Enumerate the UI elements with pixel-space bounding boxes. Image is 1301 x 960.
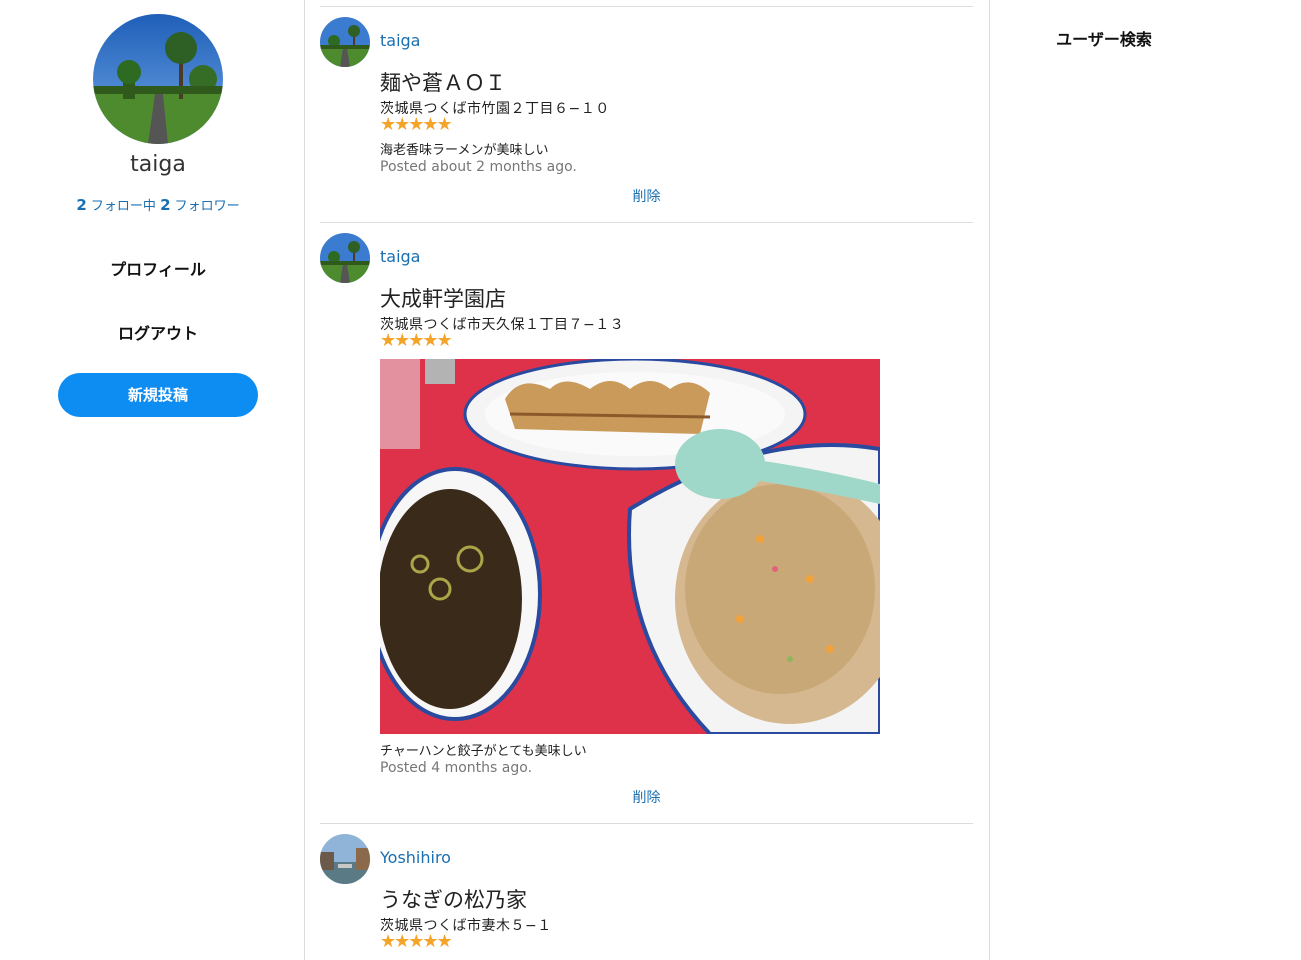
profile-link[interactable]: プロフィール	[0, 256, 316, 280]
star-rating: ★★★★★	[380, 931, 453, 952]
post-title: 麺や蒼ＡＯＩ	[380, 71, 506, 95]
delete-link[interactable]: 削除	[320, 186, 973, 206]
following-count: 2	[76, 196, 87, 214]
post-item: taiga 大成軒学園店 茨城県つくば市天久保１丁目７−１３ ★★★★★ チャー…	[320, 222, 973, 823]
post-photo	[380, 359, 880, 734]
timeline: taiga 麺や蒼ＡＯＩ 茨城県つくば市竹園２丁目６−１０ ★★★★★ 海老香味…	[304, 0, 989, 960]
followers-count: 2	[160, 196, 171, 214]
post-body: 海老香味ラーメンが美味しい	[380, 143, 549, 158]
follow-stats: 2 フォロー中 2 フォロワー	[0, 195, 316, 214]
post-avatar[interactable]	[320, 17, 370, 67]
new-post-button[interactable]: 新規投稿	[58, 373, 258, 417]
following-link[interactable]: 2 フォロー中	[76, 196, 156, 214]
post-item: taiga 麺や蒼ＡＯＩ 茨城県つくば市竹園２丁目６−１０ ★★★★★ 海老香味…	[320, 6, 973, 222]
user-search-link[interactable]: ユーザー検索	[990, 26, 1218, 50]
star-rating: ★★★★★	[380, 114, 453, 135]
following-label: フォロー中	[90, 199, 156, 214]
right-column: ユーザー検索	[990, 0, 1301, 960]
post-username[interactable]: taiga	[380, 31, 420, 50]
post-username[interactable]: taiga	[380, 247, 420, 266]
post-title: うなぎの松乃家	[380, 888, 527, 912]
post-time: Posted about 2 months ago.	[380, 159, 577, 175]
post-item: Yoshihiro うなぎの松乃家 茨城県つくば市妻木５−１ ★★★★★	[320, 823, 973, 960]
logout-link[interactable]: ログアウト	[0, 320, 316, 344]
post-username[interactable]: Yoshihiro	[380, 848, 451, 867]
profile-username: taiga	[130, 152, 186, 177]
left-sidebar: taiga 2 フォロー中 2 フォロワー プロフィール ログアウト 新規投稿	[0, 0, 304, 960]
post-avatar[interactable]	[320, 233, 370, 283]
post-body: チャーハンと餃子がとても美味しい	[380, 744, 587, 759]
followers-label: フォロワー	[174, 199, 240, 214]
delete-link[interactable]: 削除	[320, 787, 973, 807]
star-rating: ★★★★★	[380, 330, 453, 351]
post-title: 大成軒学園店	[380, 287, 506, 311]
profile-avatar[interactable]	[93, 14, 223, 144]
post-avatar[interactable]	[320, 834, 370, 884]
post-time: Posted 4 months ago.	[380, 760, 533, 776]
followers-link[interactable]: 2 フォロワー	[160, 196, 240, 214]
